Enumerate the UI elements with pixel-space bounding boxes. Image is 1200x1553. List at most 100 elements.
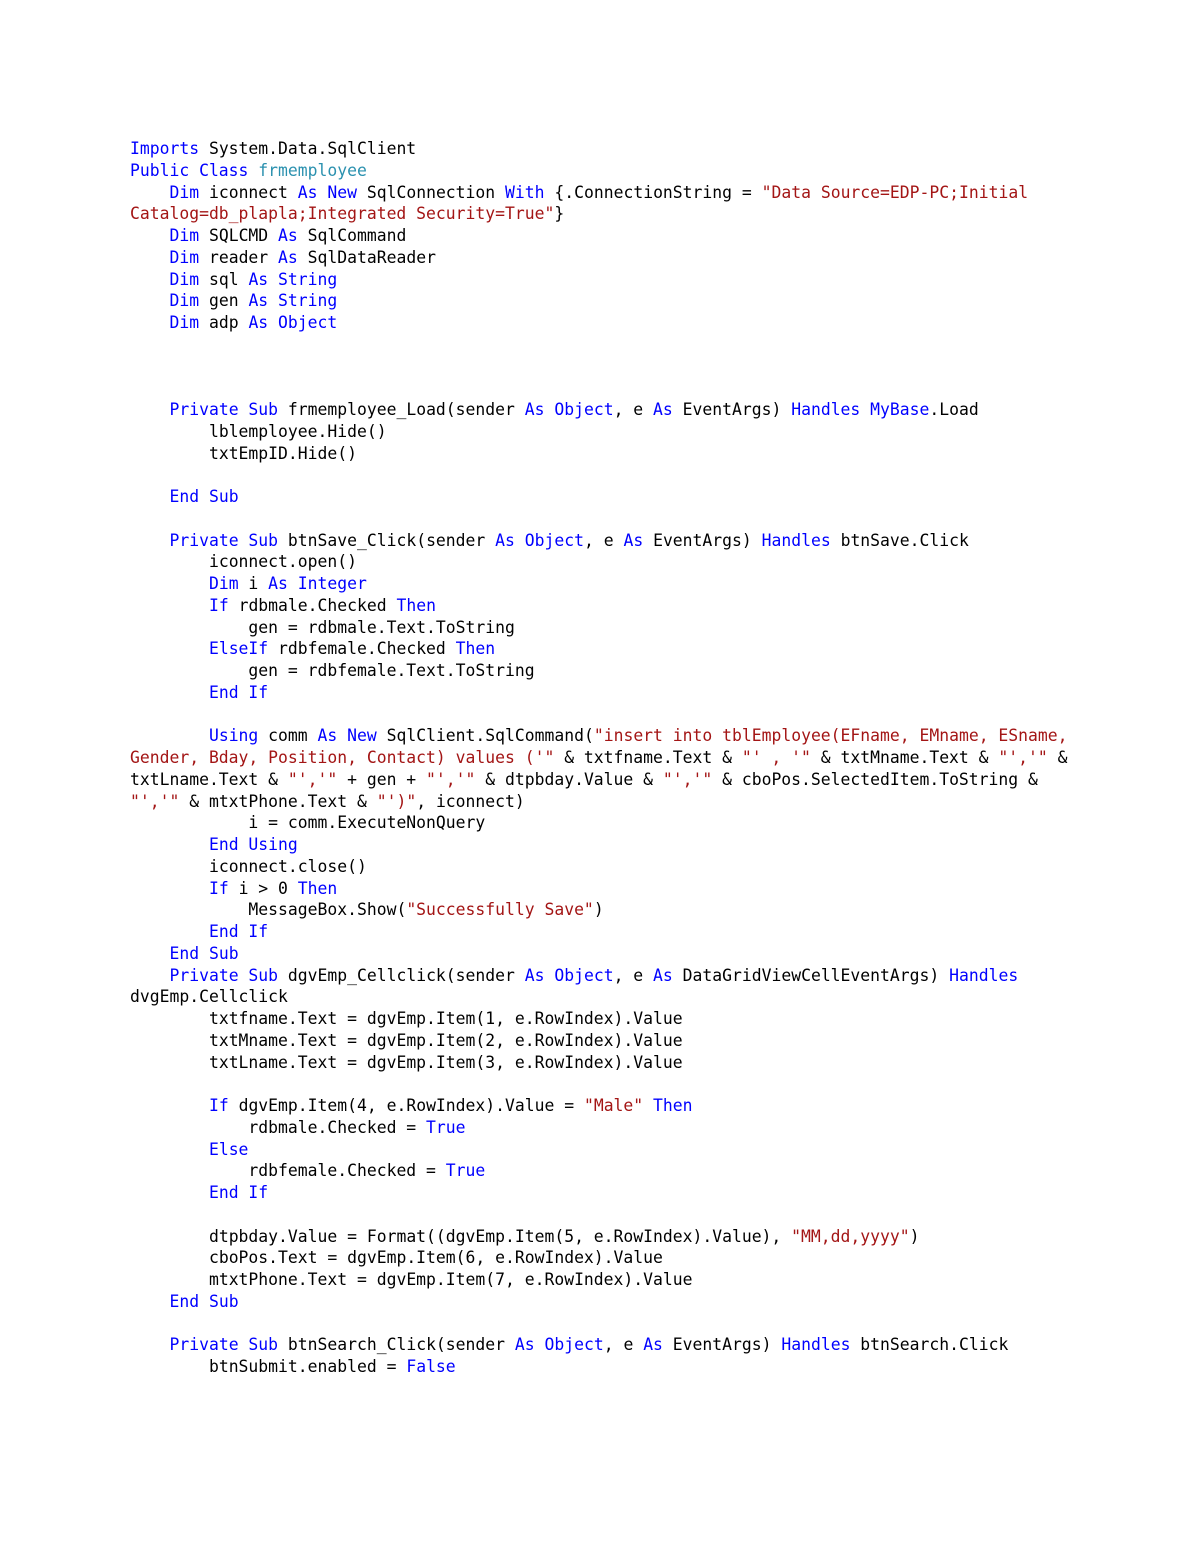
code-token: As New <box>317 726 377 746</box>
code-token: "','" <box>662 769 713 789</box>
code-line: If dgvEmp.Item(4, e.RowIndex).Value = "M… <box>130 1095 1090 1117</box>
code-token: If <box>208 878 229 898</box>
code-token: Then <box>653 1096 693 1115</box>
code-token: txtLname.Text = dgvEmp.Item(3, e.RowInde… <box>130 1052 683 1072</box>
code-token: "','" <box>130 791 180 811</box>
code-token: EventArgs) <box>672 400 792 419</box>
code-line: txtMname.Text = dgvEmp.Item(2, e.RowInde… <box>130 1030 1090 1052</box>
code-token: dtpbday.Value = Format((dgvEmp.Item(5, e… <box>130 1226 792 1246</box>
code-token: "','" <box>287 769 338 789</box>
code-token: btnSearch.Click <box>850 1335 1009 1355</box>
code-line: txtLname.Text = dgvEmp.Item(3, e.RowInde… <box>130 1052 1090 1074</box>
code-token: Then <box>455 639 496 659</box>
code-line: cboPos.Text = dgvEmp.Item(6, e.RowIndex)… <box>130 1247 1090 1269</box>
code-token: iconnect <box>199 182 298 202</box>
code-line: If rdbmale.Checked Then <box>130 595 1090 617</box>
code-token: SqlClient.SqlCommand( <box>376 726 594 746</box>
code-line: txtfname.Text = dgvEmp.Item(1, e.RowInde… <box>130 1008 1090 1030</box>
code-token: As <box>643 1335 663 1355</box>
code-token: "Male" <box>583 1096 644 1115</box>
code-token: ) <box>593 900 604 920</box>
code-token: btnSave.Click <box>830 530 969 550</box>
code-line: Dim iconnect As New SqlConnection With {… <box>130 182 1090 226</box>
code-token: mtxtPhone.Text = dgvEmp.Item(7, e.RowInd… <box>130 1270 693 1289</box>
code-token: Dim <box>169 226 200 245</box>
code-token: btnSubmit.enabled = <box>130 1357 407 1376</box>
code-token: , e <box>583 530 624 550</box>
code-token: End If <box>208 682 269 702</box>
code-token: lblemployee.Hide() <box>130 421 387 441</box>
code-token: As Object <box>524 400 614 419</box>
code-token: i > 0 <box>228 878 298 898</box>
code-token: , iconnect) <box>416 791 525 811</box>
code-line: iconnect.close() <box>130 856 1090 878</box>
code-line: rdbfemale.Checked = True <box>130 1160 1090 1182</box>
code-token: btnSave_Click(sender <box>278 530 496 550</box>
code-line: rdbmale.Checked = True <box>130 1117 1090 1139</box>
code-token: As Object <box>514 1335 604 1355</box>
code-line: btnSubmit.enabled = False <box>130 1356 1090 1378</box>
code-line: Dim sql As String <box>130 269 1090 291</box>
code-token: As Integer <box>268 574 367 593</box>
code-token: Handles MyBase <box>791 400 930 419</box>
code-token: As <box>278 226 298 245</box>
code-token: True <box>426 1117 466 1137</box>
code-line: MessageBox.Show("Successfully Save") <box>130 899 1090 921</box>
code-line: lblemployee.Hide() <box>130 421 1090 443</box>
code-token: MessageBox.Show( <box>130 900 407 920</box>
code-token: sql <box>199 269 249 289</box>
code-token: End Using <box>208 835 298 854</box>
code-token: Dim <box>169 247 200 267</box>
code-token: iconnect.open() <box>130 552 357 572</box>
code-token: txtMname.Text = dgvEmp.Item(2, e.RowInde… <box>130 1030 683 1050</box>
code-token: As Object <box>524 965 614 985</box>
code-token: Private Sub <box>169 965 279 985</box>
code-token: Dim <box>169 269 200 289</box>
code-token: } <box>554 204 565 224</box>
code-token: Handles <box>761 530 831 550</box>
code-token: frmemployee_Load(sender <box>278 400 525 419</box>
code-token: Else <box>208 1139 249 1159</box>
code-token: rdbfemale.Checked <box>268 639 456 659</box>
code-token: Private Sub <box>169 530 279 550</box>
code-token: Then <box>396 595 436 615</box>
code-token: Dim <box>169 313 200 332</box>
code-token: & cboPos.SelectedItem.ToString & <box>712 769 1048 789</box>
code-token: Private Sub <box>169 1335 279 1355</box>
code-token: As String <box>248 269 338 289</box>
code-token: i = comm.ExecuteNonQuery <box>130 813 486 833</box>
code-line: gen = rdbmale.Text.ToString <box>130 617 1090 639</box>
code-token: dgvEmp.Item(4, e.RowIndex).Value = <box>228 1096 584 1115</box>
code-token: As Object <box>495 530 584 550</box>
code-line: End Sub <box>130 943 1090 965</box>
code-line: txtEmpID.Hide() <box>130 443 1090 465</box>
code-token: "' , '" <box>741 748 811 767</box>
code-token: & txtMname.Text & <box>810 748 999 767</box>
code-token: End If <box>208 922 269 941</box>
code-token: If <box>208 1096 229 1115</box>
code-line: Public Class frmemployee <box>130 160 1090 182</box>
code-token: , e <box>603 1335 644 1355</box>
code-line: End If <box>130 682 1090 704</box>
code-line: mtxtPhone.Text = dgvEmp.Item(7, e.RowInd… <box>130 1269 1090 1291</box>
code-token: adp <box>199 313 249 332</box>
code-token: As String <box>248 291 338 311</box>
code-token: As <box>653 400 673 419</box>
